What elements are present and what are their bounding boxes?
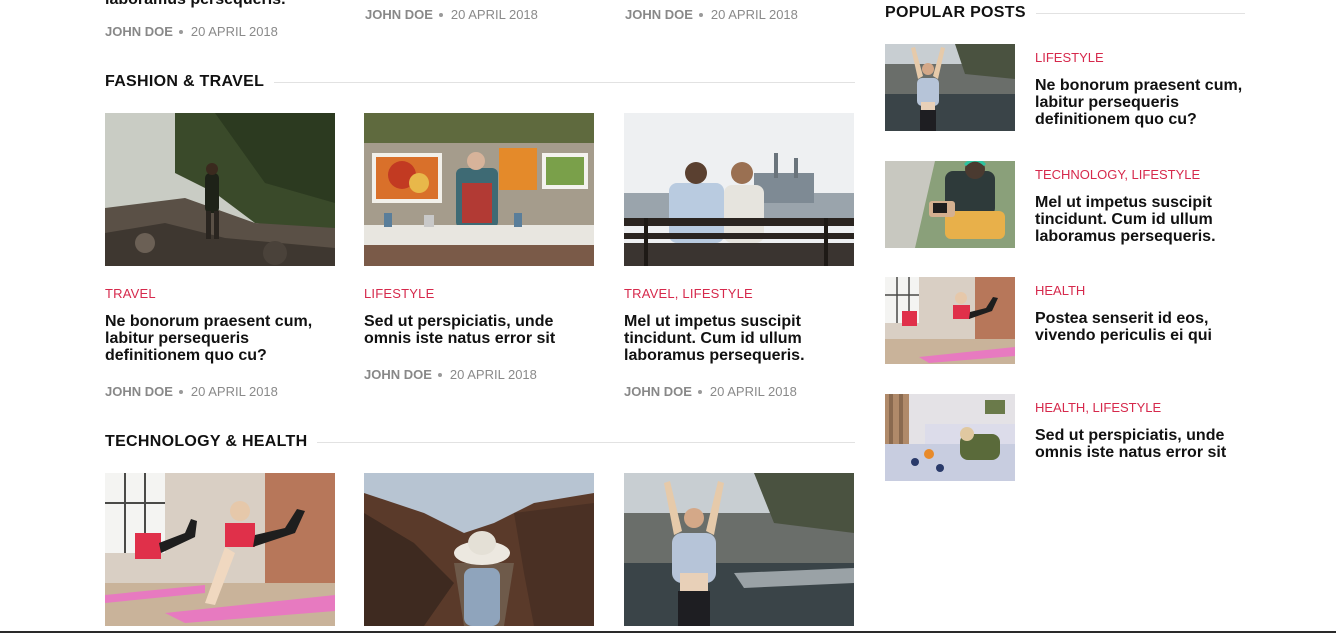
author-link[interactable]: JOHN DOE xyxy=(105,24,173,39)
street-painter-image xyxy=(364,113,594,266)
popular-post-category[interactable]: LIFESTYLE xyxy=(1035,50,1104,65)
meta-dot xyxy=(437,372,442,377)
section-divider xyxy=(317,441,855,443)
post-category[interactable]: LIFESTYLE xyxy=(364,286,434,301)
coast-hiker-image xyxy=(105,113,335,266)
post-date: 20 APRIL 2018 xyxy=(190,384,278,399)
post-card: TRAVEL Ne bonorum praesent cum, labitur … xyxy=(105,113,335,399)
popular-post-category[interactable]: HEALTH, LIFESTYLE xyxy=(1035,400,1161,415)
post-meta: JOHN DOE 20 APRIL 2018 xyxy=(364,367,537,382)
popular-post-thumbnail[interactable] xyxy=(885,277,1015,364)
post-meta: JOHN DOE 20 APRIL 2018 xyxy=(624,384,797,399)
post-date: 20 APRIL 2018 xyxy=(709,384,797,399)
popular-post-item: HEALTH, LIFESTYLE Sed ut perspiciatis, u… xyxy=(885,394,1245,481)
yoga-class-image xyxy=(105,473,335,626)
sidebar-divider xyxy=(1035,12,1245,14)
author-link[interactable]: JOHN DOE xyxy=(365,7,433,22)
yoga-class-image xyxy=(885,277,1015,364)
section-header-technology-health: TECHNOLOGY & HEALTH xyxy=(105,432,855,452)
popular-post-thumbnail[interactable] xyxy=(885,44,1015,131)
section-title: TECHNOLOGY & HEALTH xyxy=(105,433,308,450)
couple-bench-image xyxy=(624,113,854,266)
sidebar-title: POPULAR POSTS xyxy=(885,4,1026,21)
popular-post-category[interactable]: HEALTH xyxy=(1035,283,1085,298)
author-link[interactable]: JOHN DOE xyxy=(105,384,173,399)
popular-post-title[interactable]: Sed ut perspiciatis, unde omnis iste nat… xyxy=(1035,427,1247,461)
post-meta: JOHN DOE 20 APRIL 2018 xyxy=(625,7,798,22)
bedroom-woman-image xyxy=(885,394,1015,481)
phone-man-image xyxy=(885,161,1015,248)
popular-post-category[interactable]: TECHNOLOGY, LIFESTYLE xyxy=(1035,167,1200,182)
meta-dot xyxy=(438,12,443,17)
post-category[interactable]: TRAVEL xyxy=(105,286,156,301)
post-date: 20 APRIL 2018 xyxy=(190,24,278,39)
fitness-woman-image xyxy=(624,473,854,626)
post-card: TRAVEL, LIFESTYLE Mel ut impetus suscipi… xyxy=(624,113,854,399)
popular-post-title[interactable]: Postea senserit id eos, vivendo periculi… xyxy=(1035,310,1247,344)
post-thumbnail[interactable] xyxy=(105,113,335,266)
post-thumbnail[interactable] xyxy=(105,473,335,626)
post-date: 20 APRIL 2018 xyxy=(450,7,538,22)
canyon-hiker-image xyxy=(364,473,594,626)
section-divider xyxy=(274,81,855,83)
post-card: LIFESTYLE Sed ut perspiciatis, unde omni… xyxy=(364,113,594,382)
post-meta: JOHN DOE 20 APRIL 2018 xyxy=(105,24,278,39)
fitness-woman-image xyxy=(885,44,1015,131)
clipped-post-title[interactable]: laboramus persequeris. xyxy=(105,0,286,9)
post-date: 20 APRIL 2018 xyxy=(710,7,798,22)
meta-dot xyxy=(698,12,703,17)
meta-dot xyxy=(697,389,702,394)
post-title[interactable]: Mel ut impetus suscipit tincidunt. Cum i… xyxy=(624,313,856,364)
post-thumbnail[interactable] xyxy=(624,113,854,266)
section-title: FASHION & TRAVEL xyxy=(105,73,265,90)
popular-post-thumbnail[interactable] xyxy=(885,394,1015,481)
post-thumbnail[interactable] xyxy=(364,473,594,626)
popular-post-title[interactable]: Ne bonorum praesent cum, labitur persequ… xyxy=(1035,77,1247,128)
post-title[interactable]: Ne bonorum praesent cum, labitur persequ… xyxy=(105,313,337,364)
popular-posts-header: POPULAR POSTS xyxy=(885,3,1245,23)
author-link[interactable]: JOHN DOE xyxy=(364,367,432,382)
section-header-fashion-travel: FASHION & TRAVEL xyxy=(105,72,855,92)
post-title[interactable]: Sed ut perspiciatis, unde omnis iste nat… xyxy=(364,313,596,347)
author-link[interactable]: JOHN DOE xyxy=(624,384,692,399)
meta-dot xyxy=(178,29,183,34)
meta-dot xyxy=(178,389,183,394)
popular-post-item: TECHNOLOGY, LIFESTYLE Mel ut impetus sus… xyxy=(885,161,1245,248)
post-meta: JOHN DOE 20 APRIL 2018 xyxy=(105,384,278,399)
popular-post-item: LIFESTYLE Ne bonorum praesent cum, labit… xyxy=(885,44,1245,131)
post-thumbnail[interactable] xyxy=(364,113,594,266)
popular-post-thumbnail[interactable] xyxy=(885,161,1015,248)
post-category[interactable]: TRAVEL, LIFESTYLE xyxy=(624,286,753,301)
author-link[interactable]: JOHN DOE xyxy=(625,7,693,22)
popular-post-title[interactable]: Mel ut impetus suscipit tincidunt. Cum i… xyxy=(1035,194,1247,245)
post-thumbnail[interactable] xyxy=(624,473,854,626)
post-meta: JOHN DOE 20 APRIL 2018 xyxy=(365,7,538,22)
popular-post-item: HEALTH Postea senserit id eos, vivendo p… xyxy=(885,277,1245,364)
post-date: 20 APRIL 2018 xyxy=(449,367,537,382)
